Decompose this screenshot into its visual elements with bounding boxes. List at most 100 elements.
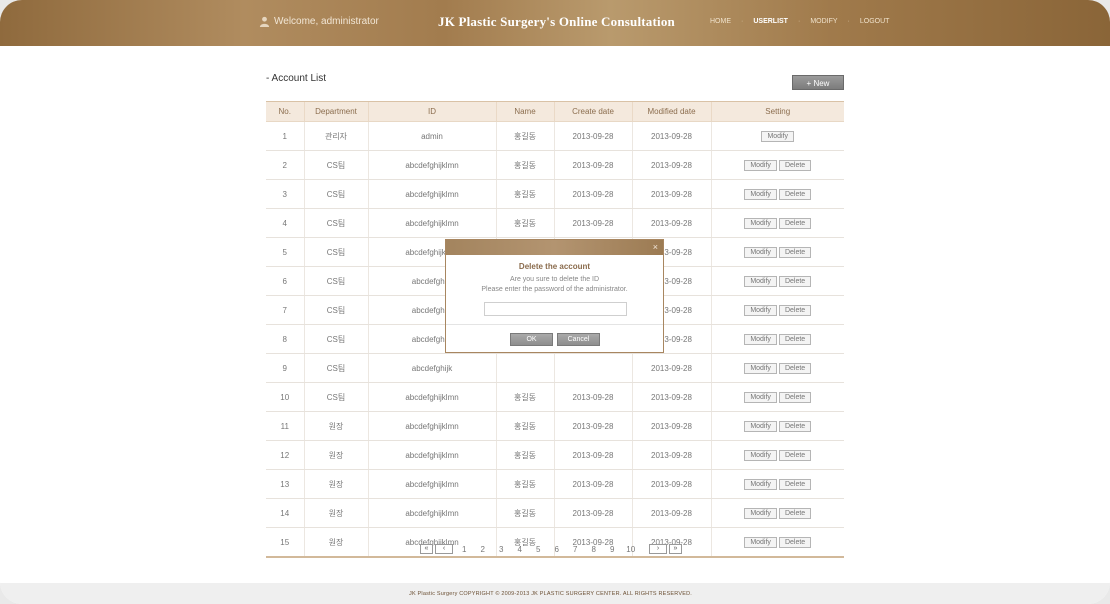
cell-id: abcdefghijklmn	[367, 411, 496, 441]
prev-page-icon[interactable]: ‹	[435, 544, 453, 554]
cancel-button[interactable]: Cancel	[557, 333, 600, 346]
page-6[interactable]: 6	[548, 545, 567, 554]
cell-name: 홍길동	[495, 121, 554, 151]
delete-button[interactable]: Delete	[778, 391, 812, 403]
nav-userlist[interactable]: USERLIST	[753, 18, 788, 25]
cell-create-date: 2013-09-28	[553, 411, 632, 441]
modify-button[interactable]: Modify	[744, 478, 777, 490]
col-id: ID	[367, 101, 496, 122]
cell-modified-date: 2013-09-28	[631, 208, 711, 238]
cell-id: abcdefghijklmn	[367, 469, 496, 499]
modify-button[interactable]: Modify	[744, 449, 777, 461]
cell-id: abcdefghijklmn	[367, 179, 496, 209]
modify-button[interactable]: Modify	[744, 159, 777, 171]
first-page-icon[interactable]: «	[420, 544, 433, 554]
cell-modified-date: 2013-09-28	[631, 440, 711, 470]
pagination: « ‹ 1 2 3 4 5 6 7 8 9 10 › »	[420, 544, 684, 554]
delete-button[interactable]: Delete	[778, 159, 812, 171]
page-2[interactable]: 2	[474, 545, 493, 554]
modify-button[interactable]: Modify	[744, 304, 777, 316]
page-8[interactable]: 8	[585, 545, 604, 554]
page-1[interactable]: 1	[455, 545, 474, 554]
cell-department: 관리자	[303, 121, 368, 151]
col-setting: Setting	[710, 101, 844, 122]
cell-name: 홍길동	[495, 179, 554, 209]
delete-button[interactable]: Delete	[778, 507, 812, 519]
delete-button[interactable]: Delete	[778, 246, 812, 258]
page-7[interactable]: 7	[566, 545, 585, 554]
next-page-icon[interactable]: ›	[649, 544, 667, 554]
table-row: 12 원장 abcdefghijklmn 홍길동 2013-09-28 2013-09-2…	[266, 440, 844, 470]
new-account-button[interactable]: + New	[792, 75, 844, 90]
admin-password-field[interactable]	[484, 302, 627, 316]
ok-button[interactable]: OK	[510, 333, 553, 346]
page-10[interactable]: 10	[622, 545, 641, 554]
modify-button[interactable]: Modify	[744, 507, 777, 519]
cell-id: abcdefghijk	[367, 353, 496, 383]
cell-id: abcdefghijklmn	[367, 382, 496, 412]
cell-no: 15	[266, 527, 304, 558]
modify-button[interactable]: Modify	[744, 362, 777, 374]
cell-no: 14	[266, 498, 304, 528]
nav-logout[interactable]: LOGOUT	[860, 18, 890, 25]
cell-modified-date: 2013-09-28	[631, 411, 711, 441]
cell-setting: Modify Delete	[710, 266, 844, 296]
delete-button[interactable]: Delete	[778, 449, 812, 461]
nav-modify[interactable]: MODIFY	[810, 18, 837, 25]
delete-button[interactable]: Delete	[778, 362, 812, 374]
cell-department: CS팀	[303, 150, 368, 180]
modify-button[interactable]: Modify	[744, 333, 777, 345]
table-row: 13 원장 abcdefghijklmn 홍길동 2013-09-28 2013-09-2…	[266, 469, 844, 499]
page-5[interactable]: 5	[529, 545, 548, 554]
modify-button[interactable]: Modify	[744, 536, 777, 548]
modify-button[interactable]: Modify	[761, 130, 795, 142]
modify-button[interactable]: Modify	[744, 420, 777, 432]
site-title: JK Plastic Surgery's Online Consultation	[438, 14, 675, 29]
cell-name: 홍길동	[495, 469, 554, 499]
cell-setting: Modify Delete	[710, 237, 844, 267]
cell-setting: Modify Delete	[710, 411, 844, 441]
delete-button[interactable]: Delete	[778, 333, 812, 345]
cell-create-date: 2013-09-28	[553, 498, 632, 528]
cell-setting: Modify Delete	[710, 150, 844, 180]
cell-department: CS팀	[303, 353, 368, 383]
table-row: 11 원장 abcdefghijklmn 홍길동 2013-09-28 2013-09-2…	[266, 411, 844, 441]
col-name: Name	[495, 101, 554, 122]
cell-name: 홍길동	[495, 411, 554, 441]
table-row: 3 CS팀 abcdefghijklmn 홍길동 2013-09-28 2013-09-2…	[266, 179, 844, 209]
dialog-instruction: Please enter the password of the adminis…	[481, 286, 628, 293]
modify-button[interactable]: Modify	[744, 246, 777, 258]
last-page-icon[interactable]: »	[669, 544, 682, 554]
delete-button[interactable]: Delete	[778, 420, 812, 432]
close-icon[interactable]: ×	[653, 242, 658, 252]
cell-create-date: 2013-09-28	[553, 121, 632, 151]
cell-no: 7	[266, 295, 304, 325]
delete-button[interactable]: Delete	[778, 304, 812, 316]
table-row: 14 원장 abcdefghijklmn 홍길동 2013-09-28 2013-09-2…	[266, 498, 844, 528]
page-9[interactable]: 9	[603, 545, 622, 554]
modify-button[interactable]: Modify	[744, 217, 777, 229]
cell-no: 2	[266, 150, 304, 180]
modify-button[interactable]: Modify	[744, 275, 777, 287]
modify-button[interactable]: Modify	[744, 188, 777, 200]
page-3[interactable]: 3	[492, 545, 511, 554]
page-4[interactable]: 4	[511, 545, 530, 554]
delete-button[interactable]: Delete	[778, 188, 812, 200]
cell-create-date: 2013-09-28	[553, 469, 632, 499]
dialog-message: Are you sure to delete the ID	[509, 276, 600, 283]
delete-button[interactable]: Delete	[778, 478, 812, 490]
nav-home[interactable]: HOME	[710, 18, 731, 25]
cell-department: 원장	[303, 527, 368, 558]
copyright-text: JK Plastic Surgery COPYRIGHT © 2009-2013…	[409, 591, 692, 597]
cell-department: CS팀	[303, 237, 368, 267]
cell-create-date: 2013-09-28	[553, 150, 632, 180]
modify-button[interactable]: Modify	[744, 391, 777, 403]
cell-modified-date: 2013-09-28	[631, 469, 711, 499]
delete-button[interactable]: Delete	[778, 275, 812, 287]
cell-create-date: 2013-09-28	[553, 440, 632, 470]
cell-setting: Modify Delete	[710, 527, 844, 558]
nav-separator: ·	[797, 18, 801, 25]
cell-no: 1	[266, 121, 304, 151]
delete-button[interactable]: Delete	[778, 217, 812, 229]
delete-button[interactable]: Delete	[778, 536, 812, 548]
